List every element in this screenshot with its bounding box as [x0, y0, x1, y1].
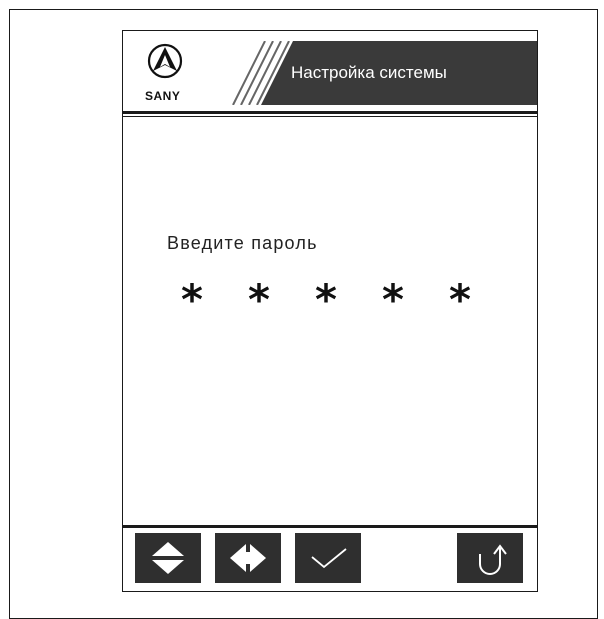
brand-name: SANY	[145, 89, 181, 103]
password-char: *	[248, 275, 270, 324]
password-prompt: Введите пароль	[167, 233, 318, 253]
up-down-arrow-icon	[152, 542, 184, 574]
header: SANY Настройка системы	[123, 31, 537, 117]
sany-logo: SANY	[123, 31, 211, 111]
page-title: Настройка системы	[291, 63, 447, 82]
header-divider-thin	[123, 116, 537, 117]
return-arrow-icon	[479, 544, 507, 575]
left-right-arrow-icon	[230, 544, 266, 572]
checkmark-icon	[311, 548, 347, 569]
password-char: *	[382, 275, 404, 324]
password-char: *	[181, 275, 203, 324]
confirm-button[interactable]	[295, 533, 361, 583]
up-down-button[interactable]	[135, 533, 201, 583]
footer-divider	[123, 525, 537, 528]
password-field[interactable]: * * * * *	[181, 275, 471, 325]
device-screen: SANY Настройка системы Введите пароль * …	[122, 30, 538, 592]
header-divider	[123, 111, 537, 114]
password-char: *	[449, 275, 471, 324]
back-button[interactable]	[457, 533, 523, 583]
password-char: *	[315, 275, 337, 324]
left-right-button[interactable]	[215, 533, 281, 583]
